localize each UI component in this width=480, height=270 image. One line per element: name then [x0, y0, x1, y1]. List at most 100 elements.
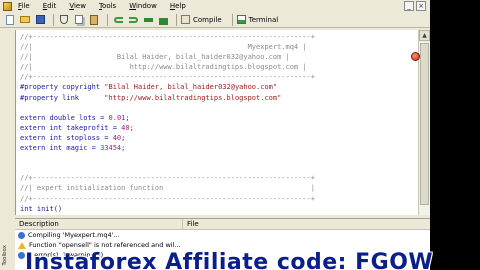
code-token: init()	[36, 204, 63, 213]
code-token: 0.01	[108, 113, 126, 122]
code-line[interactable]: //| expert initialization function |	[20, 183, 315, 193]
save-icon[interactable]	[34, 14, 46, 26]
paste-icon[interactable]	[88, 14, 100, 26]
code-line[interactable]: int init()	[20, 204, 315, 214]
code-token: "http://www.bilaltradingtips.blogspot.co…	[104, 93, 282, 102]
code-token: extern int	[20, 133, 67, 142]
code-token: //| Bilal Haider, bilal_haider032@yahoo.…	[20, 53, 290, 62]
menu-help[interactable]: Help	[170, 2, 186, 10]
list-item[interactable]: Compiling 'Myexpert.mq4'...	[15, 230, 430, 240]
code-token: //+-------------------------------------…	[20, 33, 316, 41]
code-token: //| http://www.bilaltradingtips.blogspot…	[20, 63, 307, 72]
compile-label: Compile	[193, 15, 222, 24]
code-line[interactable]: //+-------------------------------------…	[20, 32, 315, 42]
code-token: #property copyright	[20, 83, 105, 92]
code-token: ;	[121, 133, 126, 142]
toolbar-separator	[53, 13, 54, 26]
code-line[interactable]: //| Myexpert.mq4 |	[20, 42, 315, 52]
warning-icon	[18, 241, 26, 249]
code-token: "Bilal Haider, bilal_haider032@yahoo.com…	[104, 83, 278, 92]
code-line[interactable]: extern double lots = 0.01;	[20, 113, 315, 123]
terminal-icon	[236, 15, 246, 24]
code-token: extern double	[20, 113, 80, 122]
editor-gutter	[0, 30, 15, 215]
code-token: //| expert initialization function |	[20, 184, 316, 193]
menu-tools[interactable]: Tools	[99, 2, 116, 10]
cut-icon[interactable]	[58, 14, 70, 26]
code-token: //+-------------------------------------…	[20, 194, 316, 203]
menu-bar: File Edit View Tools Window Help _ ×	[0, 0, 430, 12]
terminal-label: Terminal	[248, 15, 279, 24]
open-folder-icon[interactable]	[19, 14, 31, 26]
code-line[interactable]: //| http://www.bilaltradingtips.blogspot…	[20, 62, 315, 72]
code-token: 40	[112, 133, 122, 142]
code-line[interactable]: #property copyright "Bilal Haider, bilal…	[20, 82, 315, 92]
app-icon	[3, 1, 12, 11]
code-line[interactable]	[20, 163, 315, 173]
metaeditor-window: File Edit View Tools Window Help _ × Com…	[0, 0, 430, 270]
new-file-icon[interactable]	[4, 14, 16, 26]
affiliate-overlay-caption: Instaforex Affiliate code: FGOW	[25, 250, 434, 270]
undo-icon[interactable]	[112, 14, 124, 26]
code-editor[interactable]: //+-------------------------------------…	[15, 30, 418, 215]
menu-window[interactable]: Window	[129, 2, 157, 10]
code-token: ;	[125, 113, 130, 122]
code-token: extern int	[20, 123, 67, 132]
background-letterbox	[430, 0, 480, 270]
toolbar-separator	[107, 13, 108, 26]
message-text: Compiling 'Myexpert.mq4'...	[28, 231, 120, 239]
cursor-marker-icon	[411, 52, 420, 61]
toolbox-label: Toolbox	[2, 245, 8, 266]
code-token: stoploss =	[66, 133, 113, 142]
code-token: //| Myexpert.mq4 |	[20, 43, 307, 52]
scrollbar-thumb[interactable]	[420, 43, 429, 205]
list-item[interactable]: Function "opensell" is not referenced an…	[15, 240, 430, 250]
column-file[interactable]: File	[183, 219, 199, 230]
scroll-up-arrow-icon[interactable]: ▲	[419, 30, 430, 41]
code-token: ;	[121, 144, 126, 153]
column-description[interactable]: Description	[15, 218, 183, 230]
copy-icon[interactable]	[73, 14, 85, 26]
compile-icon	[181, 15, 190, 24]
toolbox-header: Description File	[15, 218, 430, 230]
code-token: 33454	[100, 144, 122, 153]
terminal-button[interactable]: Terminal	[236, 15, 279, 24]
code-line[interactable]: extern int magic = 33454;	[20, 143, 315, 153]
toolbar: Compile Terminal	[0, 12, 430, 28]
code-line[interactable]	[20, 153, 315, 163]
code-token: magic =	[66, 144, 101, 153]
message-text: Function "opensell" is not referenced an…	[29, 241, 181, 249]
toolbar-separator	[176, 13, 177, 26]
toolbar-separator	[231, 13, 233, 26]
minimize-icon[interactable]: _	[404, 1, 414, 11]
code-token: #property link	[20, 93, 105, 102]
code-line[interactable]	[20, 103, 315, 113]
code-line[interactable]: //| Bilal Haider, bilal_haider032@yahoo.…	[20, 52, 315, 62]
code-text[interactable]: //+-------------------------------------…	[20, 32, 315, 215]
code-line[interactable]: #property link "http://www.bilaltradingt…	[20, 93, 315, 103]
info-icon	[18, 231, 25, 239]
code-line[interactable]: {	[20, 214, 315, 216]
toolbox-side-tab[interactable]: Toolbox	[0, 218, 15, 270]
menu-file[interactable]: File	[18, 2, 30, 10]
close-icon[interactable]: ×	[416, 1, 426, 11]
code-line[interactable]: extern int stoploss = 40;	[20, 133, 315, 143]
compile-button[interactable]: Compile	[181, 15, 222, 24]
code-token: extern int	[20, 144, 67, 153]
find-icon[interactable]	[142, 14, 154, 26]
code-line[interactable]: extern int takeprofit = 40;	[20, 123, 315, 133]
code-line[interactable]: //+-------------------------------------…	[20, 173, 315, 183]
redo-icon[interactable]	[127, 14, 139, 26]
menu-edit[interactable]: Edit	[43, 2, 57, 10]
code-token: //+-------------------------------------…	[20, 174, 316, 183]
code-line[interactable]: //+-------------------------------------…	[20, 72, 315, 82]
code-token: ;	[129, 123, 134, 132]
code-token: takeprofit =	[66, 123, 122, 132]
code-token: lots =	[79, 113, 109, 122]
menu-view[interactable]: View	[69, 2, 86, 10]
code-token: int	[20, 204, 37, 213]
info-icon	[18, 251, 25, 259]
code-line[interactable]: //+-------------------------------------…	[20, 194, 315, 204]
replace-icon[interactable]	[157, 14, 169, 26]
code-token: //+-------------------------------------…	[20, 73, 316, 82]
